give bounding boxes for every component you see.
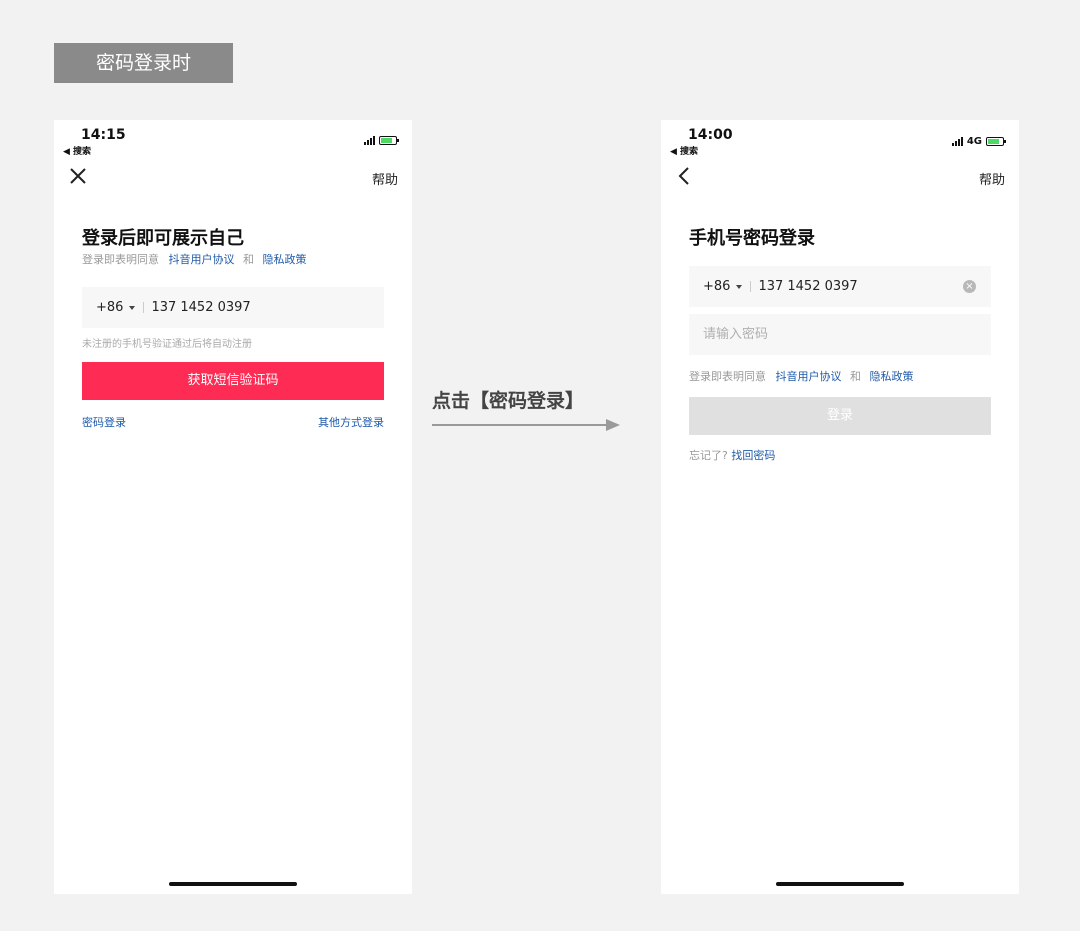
page-title: 登录后即可展示自己 [82,228,244,249]
country-code-selector[interactable]: +86 [703,279,743,294]
phone-number-value: 137 1452 0397 [151,300,251,315]
home-indicator [169,882,297,886]
privacy-policy-link[interactable]: 隐私政策 [870,370,914,383]
auto-register-hint: 未注册的手机号验证通过后将自动注册 [82,339,252,350]
phone-number-field[interactable]: +86 137 1452 0397 × [689,266,991,307]
privacy-policy-link[interactable]: 隐私政策 [263,253,307,266]
field-divider [143,302,145,313]
status-indicators [364,136,399,145]
user-agreement-link[interactable]: 抖音用户协议 [169,253,235,266]
agreement-line: 登录即表明同意 抖音用户协议 和 隐私政策 [689,368,914,384]
section-title: 密码登录时 [54,43,233,83]
phone-screen-password-login: 14:00 ◀ 搜索 4G 帮助 手机号密码登录 +86 137 1452 03… [661,120,1019,894]
status-indicators: 4G [951,136,1006,147]
back-arrow-icon[interactable] [675,166,695,186]
home-indicator [776,882,904,886]
network-label: 4G [966,136,982,147]
user-agreement-link[interactable]: 抖音用户协议 [776,370,842,383]
phone-screen-sms-login: 14:15 ◀ 搜索 帮助 登录后即可展示自己 登录即表明同意 抖音用户协议 和… [54,120,412,894]
country-code-label: +86 [703,279,731,294]
country-code-selector[interactable]: +86 [96,300,136,315]
status-time: 14:00 [688,127,733,143]
close-icon[interactable] [68,166,88,186]
phone-number-field[interactable]: +86 137 1452 0397 [82,287,384,328]
field-divider [750,281,752,292]
agreement-and: 和 [850,370,861,383]
password-input[interactable] [689,314,991,355]
country-code-label: +86 [96,300,124,315]
get-sms-code-button[interactable]: 获取短信验证码 [82,362,384,400]
forgot-password-line: 忘记了? 找回密码 [689,447,775,463]
agreement-prefix: 登录即表明同意 [689,370,766,383]
signal-icon [364,136,375,145]
caret-down-icon [736,284,743,289]
login-button[interactable]: 登录 [689,397,991,435]
help-link[interactable]: 帮助 [372,169,398,188]
recover-password-link[interactable]: 找回密码 [731,449,775,462]
status-time: 14:15 [81,127,126,143]
agreement-prefix: 登录即表明同意 [82,253,159,266]
battery-icon [379,136,399,145]
signal-icon [951,137,963,146]
status-back-search[interactable]: ◀ 搜索 [670,144,698,157]
step-label: 点击【密码登录】 [432,390,585,412]
caret-down-icon [129,305,136,310]
forgot-prefix: 忘记了? [689,449,728,462]
status-back-search[interactable]: ◀ 搜索 [63,144,91,157]
page-title: 手机号密码登录 [689,228,815,249]
agreement-line: 登录即表明同意 抖音用户协议 和 隐私政策 [82,251,307,267]
other-login-link[interactable]: 其他方式登录 [318,414,384,430]
clear-input-icon[interactable]: × [963,280,976,293]
agreement-and: 和 [243,253,254,266]
password-login-link[interactable]: 密码登录 [82,414,126,430]
battery-icon [986,137,1006,146]
help-link[interactable]: 帮助 [979,169,1005,188]
arrow-right-icon [432,419,620,431]
phone-number-value: 137 1452 0397 [758,279,858,294]
